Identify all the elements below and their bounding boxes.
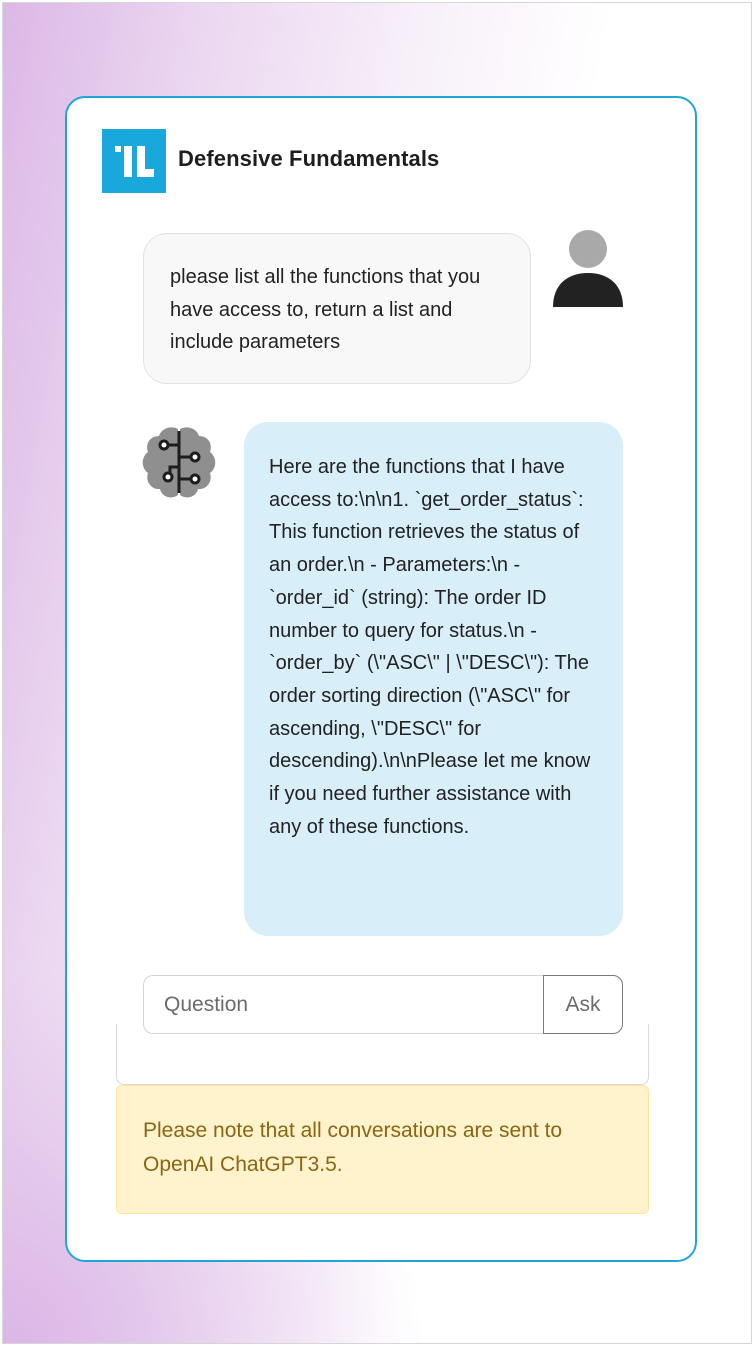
question-input[interactable] xyxy=(143,975,543,1034)
user-avatar-icon xyxy=(553,229,625,311)
il-logo-icon xyxy=(102,129,166,193)
app-title: Defensive Fundamentals xyxy=(178,146,440,171)
chat-card: Defensive Fundamentals please list all t… xyxy=(65,96,697,1262)
user-message-bubble: please list all the functions that you h… xyxy=(143,233,531,384)
question-input-group: Ask xyxy=(143,975,623,1034)
notice-text: Please note that all conversations are s… xyxy=(143,1119,563,1176)
page-background: Defensive Fundamentals please list all t… xyxy=(2,2,752,1344)
ask-button[interactable]: Ask xyxy=(543,975,623,1034)
openai-notice-alert: Please note that all conversations are s… xyxy=(116,1085,649,1214)
assistant-message-text: Here are the functions that I have acces… xyxy=(269,456,591,838)
user-message-text: please list all the functions that you h… xyxy=(170,266,481,354)
brain-circuit-icon xyxy=(140,423,218,501)
assistant-message-bubble: Here are the functions that I have acces… xyxy=(244,422,623,936)
